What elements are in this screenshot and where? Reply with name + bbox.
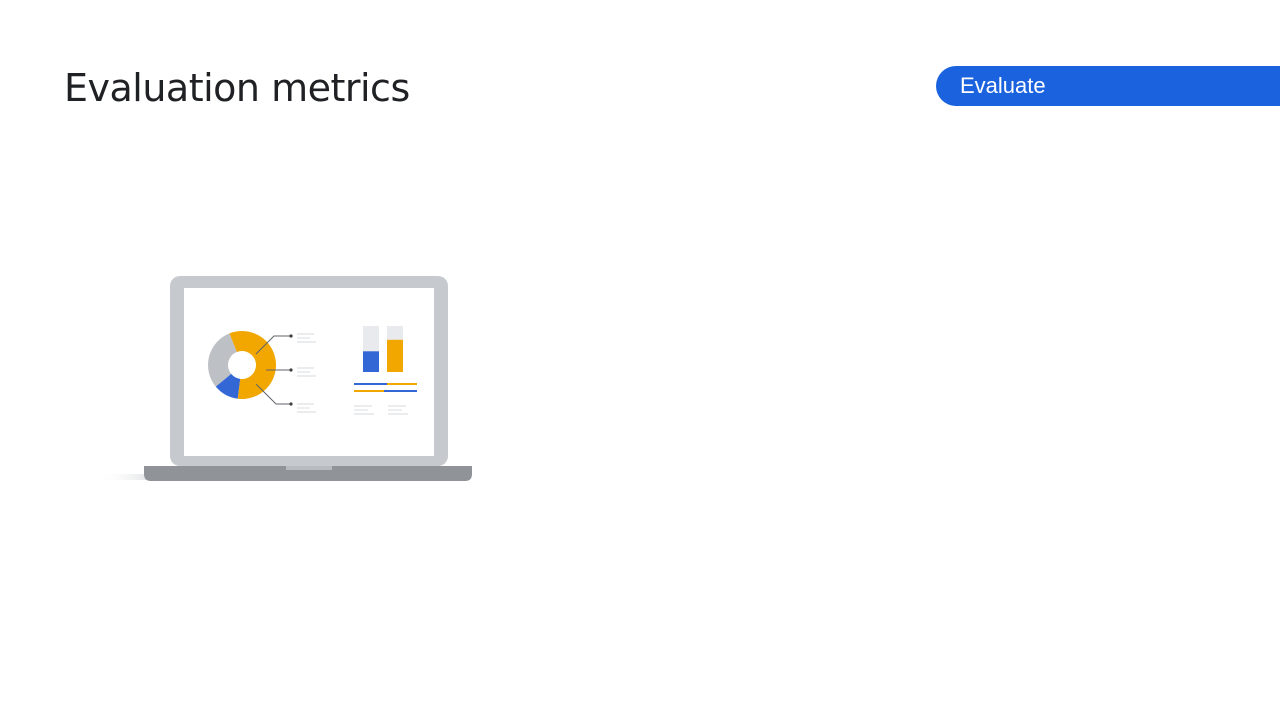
stage-pill-evaluate: Evaluate [936, 66, 1280, 106]
slide: Evaluation metrics Evaluate [0, 0, 1280, 720]
bar-fill-orange [387, 339, 403, 372]
slide-title: Evaluation metrics [64, 66, 410, 110]
laptop-dashboard-illustration [90, 270, 480, 490]
bar-fill-blue [363, 351, 379, 372]
laptop-notch [286, 466, 332, 470]
stage-pill-label: Evaluate [960, 73, 1046, 98]
laptop-icon [98, 276, 472, 481]
